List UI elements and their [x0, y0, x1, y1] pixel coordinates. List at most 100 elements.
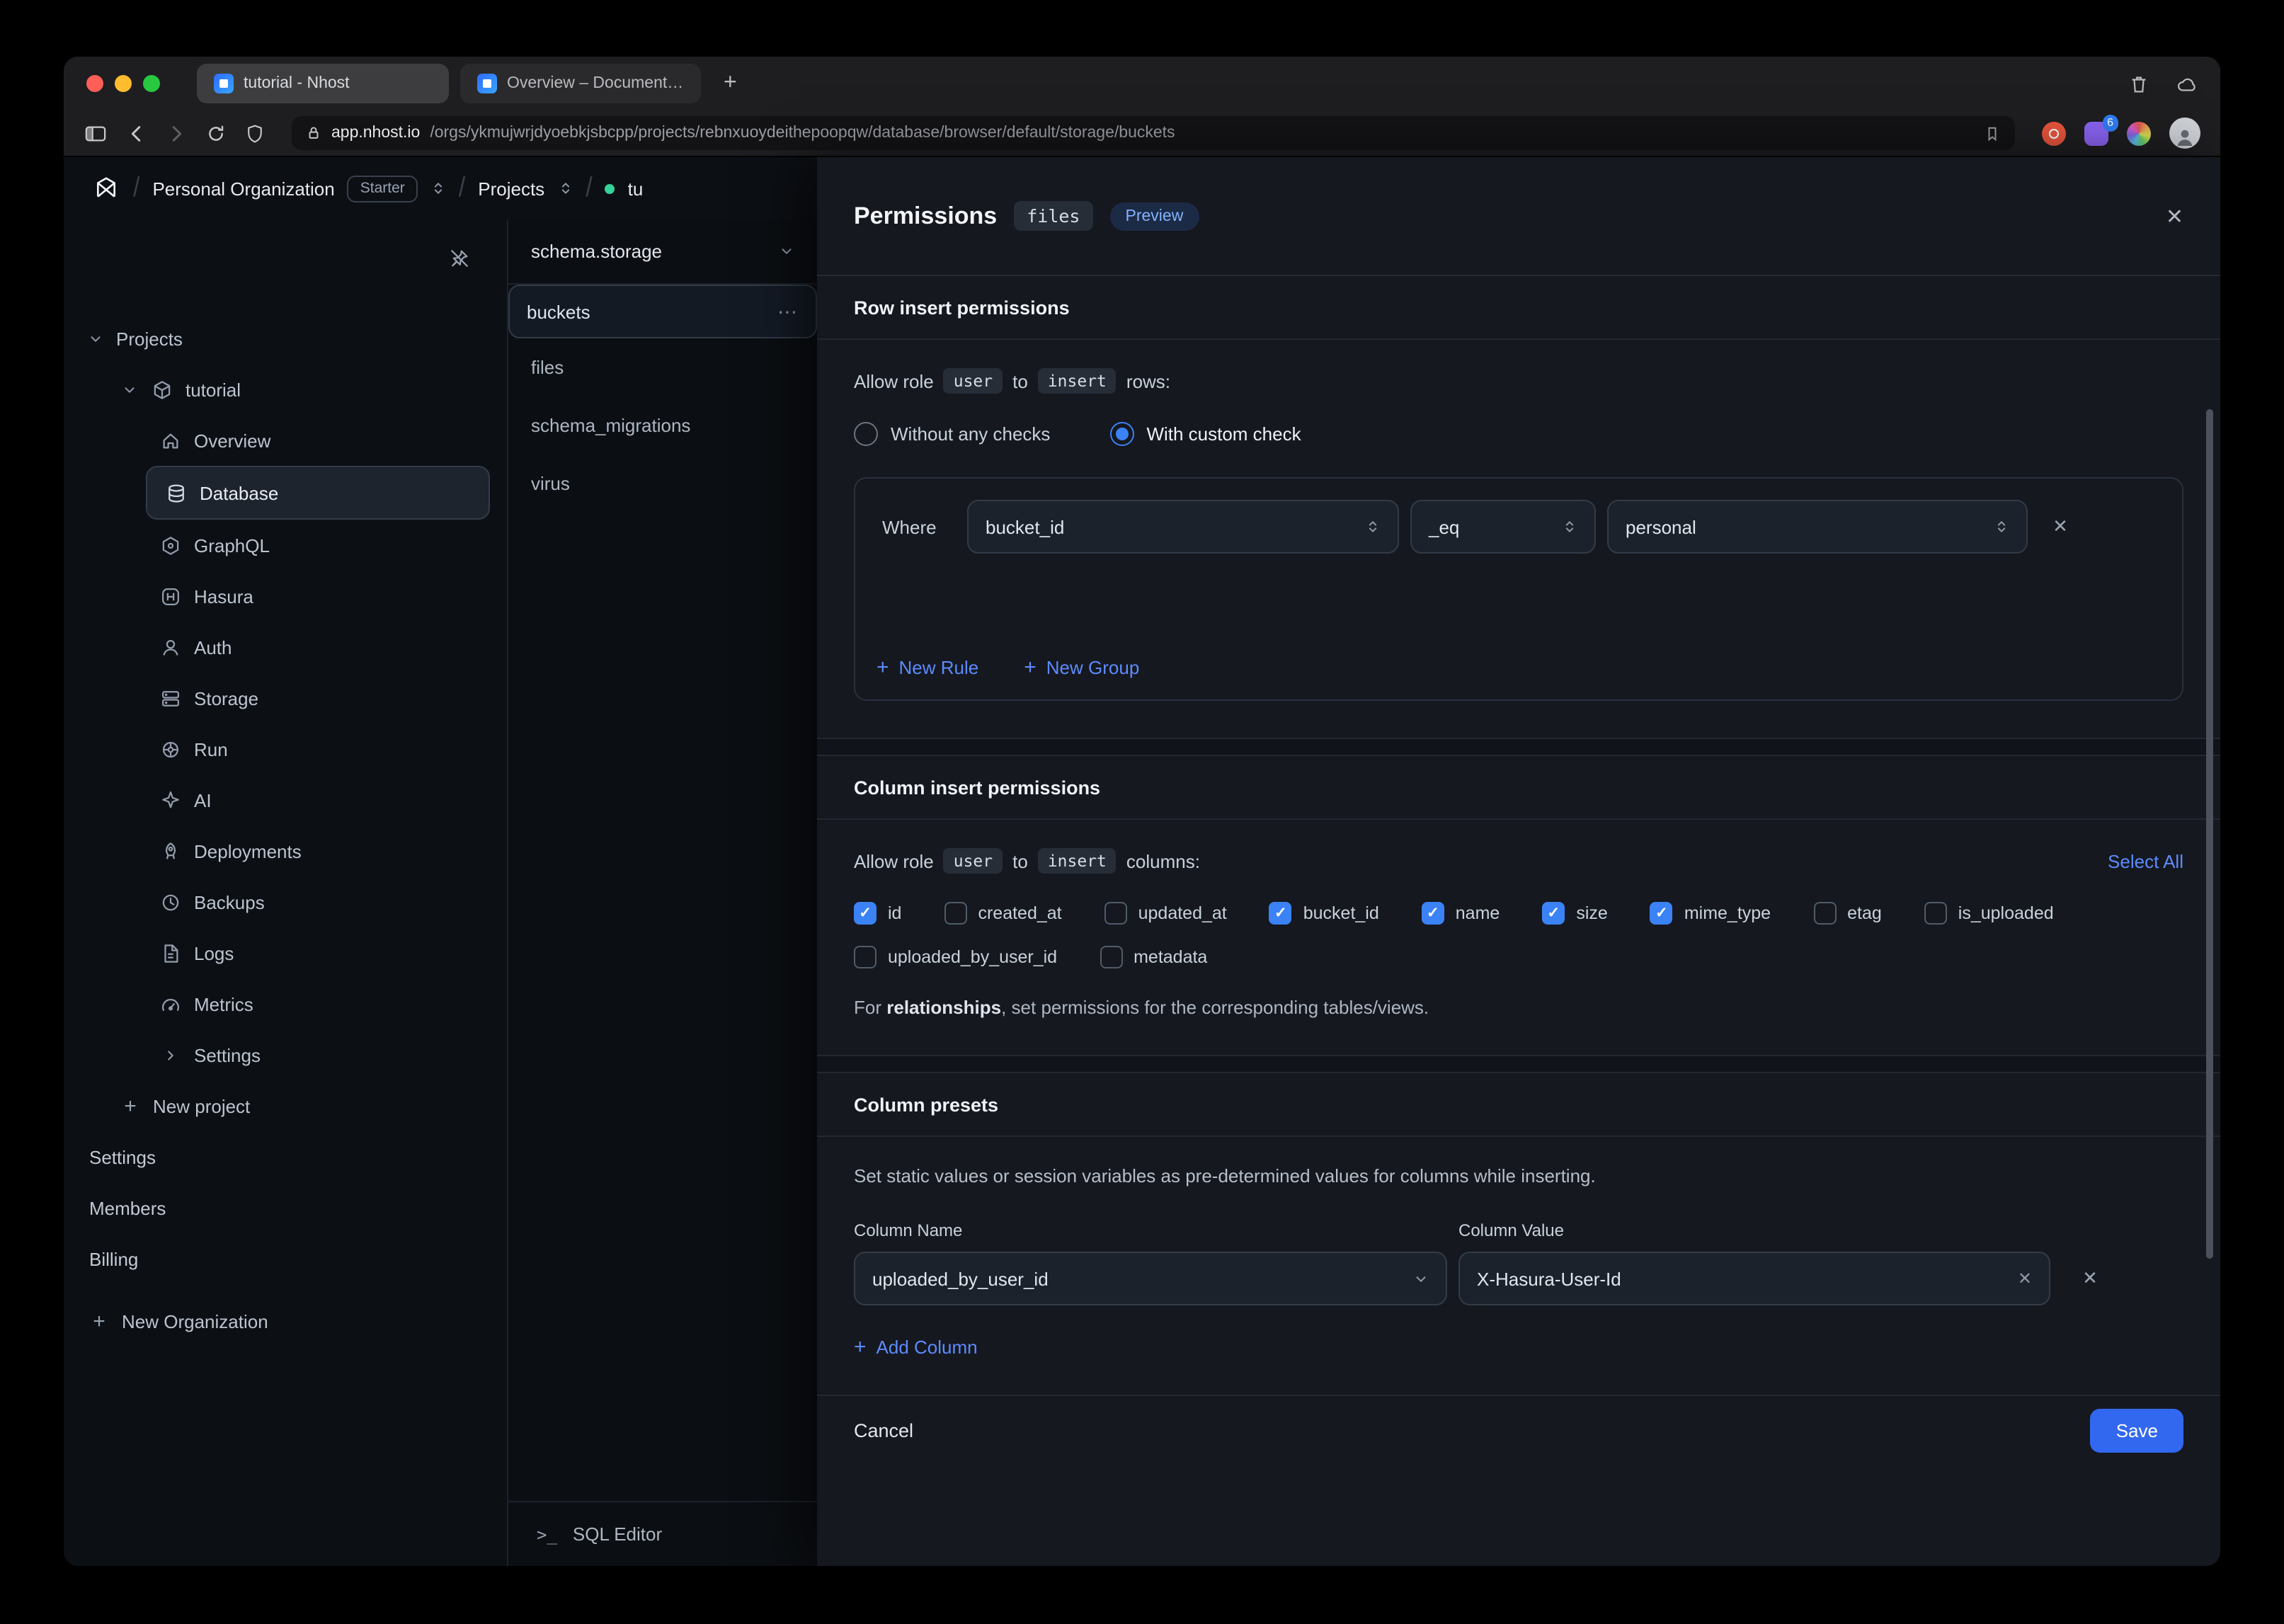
sidebar-item-graphql[interactable]: GraphQL	[146, 520, 490, 571]
select-all-button[interactable]: Select All	[2108, 850, 2183, 871]
column-presets-section: Set static values or session variables a…	[817, 1137, 2220, 1395]
sql-editor-button[interactable]: >_ SQL Editor	[508, 1501, 817, 1566]
new-organization-button[interactable]: + New Organization	[64, 1296, 507, 1346]
sidebar-item-ai[interactable]: AI	[146, 774, 490, 825]
nhost-logo[interactable]	[92, 174, 120, 202]
remove-rule-button[interactable]: ✕	[2042, 515, 2079, 538]
window-controls	[86, 75, 160, 92]
new-rule-button[interactable]: + New Rule	[877, 657, 978, 678]
sidebar-item-metrics[interactable]: Metrics	[146, 978, 490, 1029]
save-button[interactable]: Save	[2091, 1409, 2183, 1453]
column-checkbox-is-uploaded[interactable]: is_uploaded	[1924, 902, 2054, 925]
org-switcher-icon[interactable]	[430, 178, 446, 198]
column-checkbox-name[interactable]: name	[1422, 902, 1500, 925]
tab-tutorial-nhost[interactable]: tutorial - Nhost	[197, 64, 449, 103]
table-row-virus[interactable]: virus	[508, 454, 817, 513]
breadcrumb-org-name[interactable]: Personal Organization	[152, 178, 334, 199]
radio-with-custom-check[interactable]: With custom check	[1109, 422, 1301, 446]
new-project-button[interactable]: + New project	[64, 1080, 507, 1131]
preset-value-input[interactable]: X-Hasura-User-Id ✕	[1458, 1252, 2050, 1305]
column-checkbox-size[interactable]: size	[1542, 902, 1607, 925]
drawer-title: Permissions	[854, 202, 997, 230]
trash-icon[interactable]	[2128, 73, 2149, 94]
sidebar-item-run[interactable]: Run	[146, 724, 490, 774]
sidebar-item-storage[interactable]: Storage	[146, 673, 490, 724]
chevron-right-icon	[159, 1047, 181, 1063]
sidebar-toggle-button[interactable]	[84, 122, 108, 144]
schema-select[interactable]: schema.storage	[508, 219, 817, 285]
schema-select-value: schema.storage	[531, 241, 662, 262]
minimize-window-button[interactable]	[115, 75, 132, 92]
cancel-button[interactable]: Cancel	[854, 1420, 913, 1441]
zoom-window-button[interactable]	[143, 75, 160, 92]
gauge-icon	[159, 993, 181, 1014]
sidebar-item-backups[interactable]: Backups	[146, 876, 490, 927]
section-title: Row insert permissions	[854, 297, 1070, 318]
profile-avatar[interactable]	[2169, 118, 2200, 149]
sidebar-project-tutorial[interactable]: tutorial	[64, 364, 507, 415]
sidebar-unpin-icon[interactable]	[449, 248, 470, 269]
checkbox-label: metadata	[1134, 947, 1207, 967]
column-checkbox-created-at[interactable]: created_at	[944, 902, 1061, 925]
sidebar-item-billing[interactable]: Billing	[64, 1233, 507, 1284]
rule-value-select[interactable]: personal	[1607, 500, 2028, 554]
url-field[interactable]: app.nhost.io /orgs/ykmujwrjdyoebkjsbcpp/…	[292, 116, 2015, 150]
add-column-button[interactable]: + Add Column	[854, 1337, 978, 1358]
breadcrumb-projects[interactable]: Projects	[478, 178, 544, 199]
sidebar-item-overview[interactable]: Overview	[146, 415, 490, 466]
table-row-schema-migrations[interactable]: schema_migrations	[508, 396, 817, 454]
checkbox-label: is_uploaded	[1958, 903, 2054, 923]
sidebar-item-org-settings[interactable]: Settings	[64, 1131, 507, 1182]
run-icon	[159, 738, 181, 760]
sidebar-item-auth[interactable]: Auth	[146, 622, 490, 673]
column-checkbox-id[interactable]: id	[854, 902, 901, 925]
rule-column-select[interactable]: bucket_id	[967, 500, 1399, 554]
reload-button[interactable]	[205, 122, 227, 144]
remove-preset-button[interactable]: ✕	[2069, 1257, 2111, 1300]
column-checkbox-etag[interactable]: etag	[1813, 902, 1882, 925]
privacy-shield-icon[interactable]	[245, 122, 265, 144]
sidebar-item-label: Hasura	[194, 585, 253, 607]
tab-overview-documentation[interactable]: Overview – Documentation	[460, 64, 701, 103]
sidebar-item-deployments[interactable]: Deployments	[146, 825, 490, 876]
column-checkbox-row-2: uploaded_by_user_id metadata	[854, 946, 2183, 968]
sidebar-item-settings[interactable]: Settings	[146, 1029, 490, 1080]
close-drawer-button[interactable]: ✕	[2166, 203, 2183, 229]
custom-check-rule-box: Where bucket_id _eq	[854, 477, 2183, 701]
add-column-label: Add Column	[877, 1337, 978, 1358]
breadcrumb-project-partial[interactable]: tu	[628, 178, 644, 199]
checkbox-label: bucket_id	[1303, 903, 1379, 923]
extensions-wheel-icon[interactable]	[2127, 121, 2151, 145]
close-window-button[interactable]	[86, 75, 103, 92]
column-checkbox-bucket-id[interactable]: bucket_id	[1269, 902, 1379, 925]
bookmark-icon[interactable]	[1984, 124, 2001, 142]
adblock-extension-icon[interactable]: 6	[2084, 121, 2108, 145]
sidebar-item-database[interactable]: Database	[146, 466, 490, 520]
project-switcher-icon[interactable]	[557, 178, 573, 198]
column-checkbox-metadata[interactable]: metadata	[1100, 946, 1207, 968]
table-row-files[interactable]: files	[508, 338, 817, 396]
sidebar-item-logs[interactable]: Logs	[146, 927, 490, 978]
radio-without-any-checks[interactable]: Without any checks	[854, 422, 1050, 446]
table-menu-icon[interactable]: ⋯	[777, 299, 799, 324]
checkbox-checked-icon	[1269, 902, 1292, 925]
preset-column-select[interactable]: uploaded_by_user_id	[854, 1252, 1447, 1305]
sidebar-item-members[interactable]: Members	[64, 1182, 507, 1233]
checkbox-unchecked-icon	[1100, 946, 1122, 968]
clear-input-icon[interactable]: ✕	[2018, 1269, 2032, 1288]
table-row-buckets[interactable]: buckets ⋯	[508, 285, 817, 338]
drawer-scrollbar[interactable]	[2206, 409, 2213, 1259]
new-group-button[interactable]: + New Group	[1024, 657, 1139, 678]
new-tab-button[interactable]: +	[724, 72, 737, 95]
plus-icon: +	[120, 1094, 140, 1118]
back-button[interactable]	[126, 122, 147, 144]
column-checkbox-uploaded-by-user-id[interactable]: uploaded_by_user_id	[854, 946, 1057, 968]
forward-button[interactable]	[166, 122, 187, 144]
column-checkbox-mime-type[interactable]: mime_type	[1650, 902, 1771, 925]
password-manager-extension-icon[interactable]	[2042, 121, 2066, 145]
column-checkbox-updated-at[interactable]: updated_at	[1104, 902, 1227, 925]
sidebar-item-hasura[interactable]: Hasura	[146, 571, 490, 622]
rule-operator-select[interactable]: _eq	[1410, 500, 1596, 554]
sidebar-group-projects[interactable]: Projects	[64, 313, 507, 364]
cloud-icon[interactable]	[2175, 73, 2198, 94]
